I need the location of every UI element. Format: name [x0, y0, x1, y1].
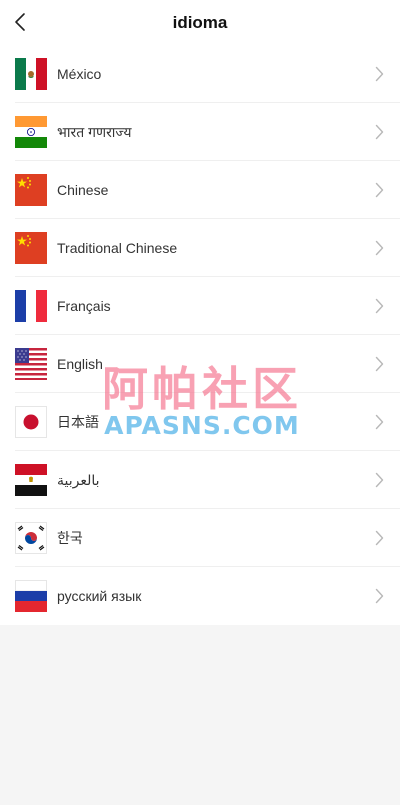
chevron-right-icon [375, 414, 384, 430]
chevron-left-icon [15, 13, 25, 31]
china-flag-icon [15, 174, 47, 206]
language-label: Français [57, 298, 111, 314]
language-item-english[interactable]: English [0, 335, 400, 393]
mexico-flag-icon [15, 58, 47, 90]
language-item-francais[interactable]: Français [0, 277, 400, 335]
russia-flag-icon [15, 580, 47, 612]
language-label: भारत गणराज्य [57, 123, 132, 140]
page-title: idioma [172, 12, 228, 32]
language-label: بالعربية [57, 471, 100, 488]
egypt-flag-icon [15, 464, 47, 496]
language-label: Chinese [57, 182, 109, 198]
language-item-chinese[interactable]: Chinese [0, 161, 400, 219]
chevron-right-icon [375, 472, 384, 488]
language-item-japanese[interactable]: 日本語 [0, 393, 400, 451]
top-bar: idioma [0, 0, 400, 45]
china-flag-icon [15, 232, 47, 264]
chevron-right-icon [375, 588, 384, 604]
japan-flag-icon [15, 406, 47, 438]
chevron-right-icon [375, 530, 384, 546]
france-flag-icon [15, 290, 47, 322]
korea-flag-icon [15, 522, 47, 554]
chevron-right-icon [375, 298, 384, 314]
language-item-russian[interactable]: русский язык [0, 567, 400, 625]
back-button[interactable] [8, 8, 32, 36]
chevron-right-icon [375, 356, 384, 372]
language-label: русский язык [57, 588, 142, 604]
language-label: English [57, 356, 103, 372]
language-item-arabic[interactable]: بالعربية [0, 451, 400, 509]
language-settings-screen: idioma México भारत गणराज्य Chinese Tradi… [0, 0, 400, 805]
india-flag-icon [15, 116, 47, 148]
usa-flag-icon [15, 348, 47, 380]
language-list: México भारत गणराज्य Chinese Traditional … [0, 45, 400, 625]
language-item-traditional-chinese[interactable]: Traditional Chinese [0, 219, 400, 277]
language-label: 日本語 [57, 414, 99, 430]
language-item-mexico[interactable]: México [0, 45, 400, 103]
chevron-right-icon [375, 66, 384, 82]
chevron-right-icon [375, 240, 384, 256]
chevron-right-icon [375, 182, 384, 198]
language-label: México [57, 66, 102, 82]
language-label: 한국 [57, 530, 83, 546]
chevron-right-icon [375, 124, 384, 140]
language-label: Traditional Chinese [57, 240, 178, 256]
language-item-india[interactable]: भारत गणराज्य [0, 103, 400, 161]
language-item-korean[interactable]: 한국 [0, 509, 400, 567]
